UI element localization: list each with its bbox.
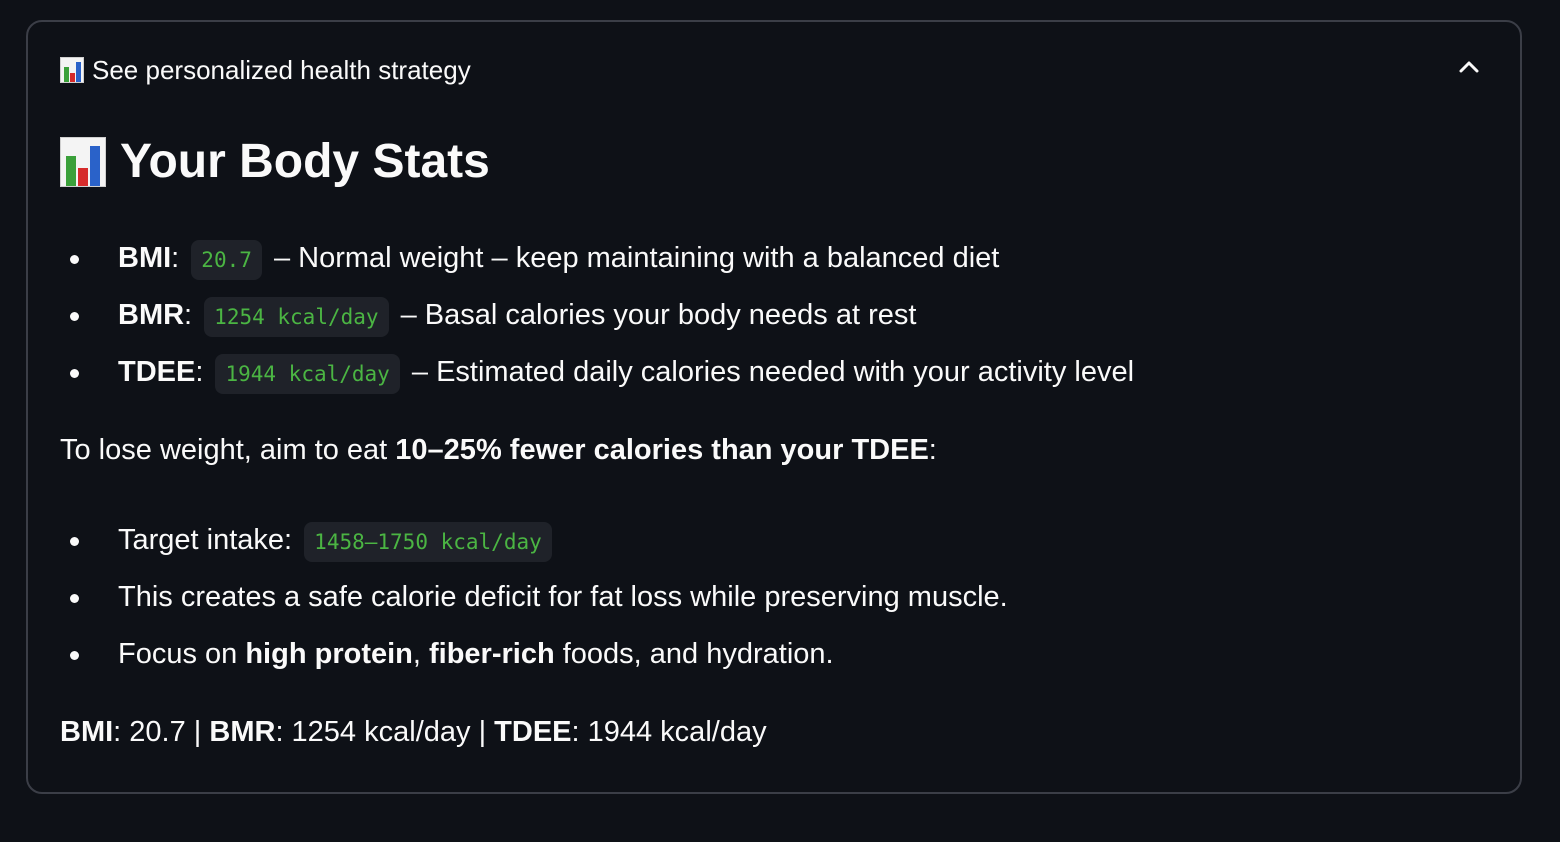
bar-chart-icon (60, 57, 84, 83)
list-item: Target intake: 1458–1750 kcal/day (60, 518, 1008, 575)
stat-label: BMR (118, 299, 185, 331)
heading-text: Your Body Stats (120, 135, 490, 188)
target-value: 1458–1750 kcal/day (304, 522, 552, 562)
tips-list: Target intake: 1458–1750 kcal/day This c… (60, 518, 1008, 689)
bar-chart-icon (60, 136, 106, 187)
expander-header[interactable]: See personalized health strategy (60, 52, 471, 88)
list-item: This creates a safe calorie deficit for … (60, 575, 1008, 632)
target-label: Target intake: (118, 524, 293, 556)
advice-bold: 10–25% fewer calories than your TDEE (395, 434, 929, 466)
stat-desc: – Normal weight – keep maintaining with … (273, 242, 1000, 274)
page-title: Your Body Stats (60, 134, 490, 189)
stat-value: 1254 kcal/day (204, 297, 389, 337)
advice-text: To lose weight, aim to eat 10–25% fewer … (60, 434, 937, 466)
list-item: BMI: 20.7 – Normal weight – keep maintai… (60, 236, 1134, 293)
deficit-text: This creates a safe calorie deficit for … (118, 581, 1008, 613)
list-item: Focus on high protein, fiber-rich foods,… (60, 632, 1008, 689)
stat-label: BMI (118, 242, 172, 274)
expander-label: See personalized health strategy (92, 54, 471, 85)
stat-value: 1944 kcal/day (215, 354, 400, 394)
stat-value: 20.7 (191, 240, 262, 280)
list-item: BMR: 1254 kcal/day – Basal calories your… (60, 293, 1134, 350)
summary-line: BMI: 20.7 | BMR: 1254 kcal/day | TDEE: 1… (60, 716, 767, 748)
focus-fiber: fiber-rich (429, 638, 555, 670)
chevron-up-icon[interactable] (1456, 54, 1482, 80)
focus-protein: high protein (245, 638, 413, 670)
stat-desc: – Estimated daily calories needed with y… (411, 356, 1135, 388)
list-item: TDEE: 1944 kcal/day – Estimated daily ca… (60, 350, 1134, 407)
stat-desc: – Basal calories your body needs at rest (400, 299, 917, 331)
strategy-expander: See personalized health strategy Your Bo… (26, 20, 1522, 794)
stats-list: BMI: 20.7 – Normal weight – keep maintai… (60, 236, 1134, 407)
stat-label: TDEE (118, 356, 196, 388)
